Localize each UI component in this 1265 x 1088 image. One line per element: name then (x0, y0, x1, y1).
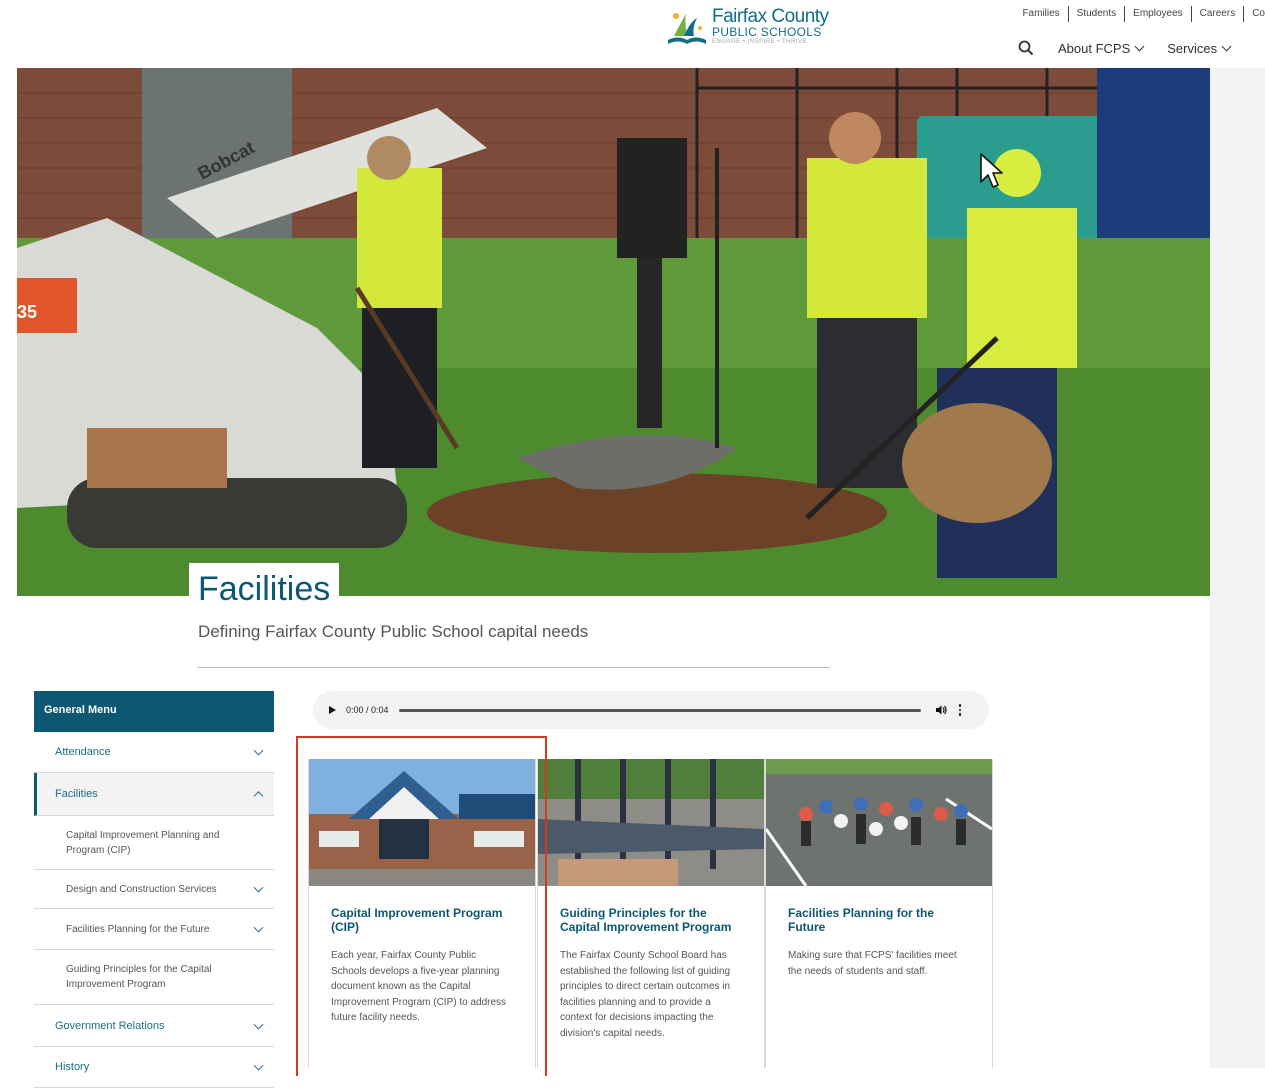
nav-services[interactable]: Services (1167, 40, 1232, 56)
sidebar-subitem-cip[interactable]: Capital Improvement Planning and Program… (34, 816, 274, 870)
chevron-down-icon[interactable] (253, 1019, 264, 1030)
volume-icon[interactable] (935, 704, 947, 716)
chevron-down-icon[interactable] (253, 1060, 264, 1071)
sidebar-item-facilities[interactable]: Facilities (34, 773, 274, 816)
chevron-down-icon[interactable] (253, 745, 264, 756)
logo-book-icon (668, 13, 706, 44)
hero-image: Bobcat 35 (17, 68, 1210, 596)
chevron-down-icon[interactable] (253, 922, 264, 933)
card-cip[interactable]: Capital Improvement Program (CIP) Each y… (308, 759, 536, 1068)
sidebar-item-attendance[interactable]: Attendance (34, 732, 274, 773)
search-icon[interactable] (1018, 40, 1034, 56)
right-gutter (1210, 68, 1265, 1068)
util-link-families[interactable]: Families (1014, 6, 1069, 22)
audio-player: 0:00 / 0:04 (313, 691, 989, 729)
util-link-students[interactable]: Students (1069, 6, 1126, 22)
util-link-employees[interactable]: Employees (1125, 6, 1192, 22)
audio-time: 0:00 / 0:04 (346, 705, 389, 715)
card-title[interactable]: Guiding Principles for the Capital Impro… (560, 906, 742, 934)
chevron-up-icon[interactable] (253, 791, 264, 802)
nav-services-label: Services (1167, 40, 1218, 56)
title-divider (198, 667, 830, 668)
logo-subtitle: PUBLIC SCHOOLS (712, 25, 822, 39)
audio-seek-bar[interactable] (398, 708, 921, 712)
sidebar-item-label: Design and Construction Services (66, 883, 217, 895)
sidebar-item-label: Facilities Planning for the Future (66, 923, 210, 935)
card-image-school-building (309, 759, 535, 886)
sidebar-subitem-facilities-planning[interactable]: Facilities Planning for the Future (34, 909, 274, 950)
chevron-down-icon (1221, 41, 1232, 51)
logo-tagline: ENGAGE • INSPIRE • THRIVE (712, 39, 807, 45)
sidebar-item-label: Capital Improvement Planning and Program… (66, 829, 220, 856)
mouse-pointer-icon (980, 153, 1003, 188)
util-link-careers[interactable]: Careers (1192, 6, 1245, 22)
card-guiding-principles[interactable]: Guiding Principles for the Capital Impro… (537, 759, 765, 1068)
play-icon[interactable] (329, 706, 336, 714)
machine-number: 35 (17, 302, 37, 322)
page-title: Facilities (189, 563, 340, 609)
card-description: Each year, Fairfax County Public Schools… (331, 950, 507, 1023)
sidebar-subitem-guiding-principles[interactable]: Guiding Principles for the Capital Impro… (34, 950, 274, 1005)
util-link-community[interactable]: Co (1244, 6, 1265, 22)
card-image-students-cheering (766, 759, 992, 886)
general-menu: General Menu Attendance Facilities Capit… (34, 691, 274, 1088)
sidebar-item-label: History (55, 1061, 90, 1073)
fcps-logo[interactable]: Fairfax County PUBLIC SCHOOLS ENGAGE • I… (664, 6, 836, 52)
nav-about-fcps-label: About FCPS (1058, 40, 1131, 56)
sidebar-item-label: Government Relations (55, 1019, 165, 1032)
sidebar-item-label: Guiding Principles for the Capital Impro… (66, 964, 212, 990)
card-description: The Fairfax County School Board has esta… (560, 950, 731, 1039)
sidebar-item-label: Attendance (55, 746, 111, 758)
card-title[interactable]: Facilities Planning for the Future (788, 906, 970, 934)
chevron-down-icon (1134, 41, 1145, 51)
chevron-down-icon[interactable] (253, 882, 264, 893)
general-menu-heading: General Menu (34, 691, 274, 732)
more-options-icon[interactable] (958, 704, 962, 716)
main-nav: About FCPS Services (1018, 40, 1232, 56)
sidebar-item-label: Facilities (55, 788, 98, 800)
card-image-construction-site (538, 759, 764, 886)
nav-about-fcps[interactable]: About FCPS (1058, 40, 1145, 56)
page-subtitle: Defining Fairfax County Public School ca… (198, 622, 589, 641)
utility-nav: Families Students Employees Careers Co (1014, 6, 1265, 22)
card-facilities-planning[interactable]: Facilities Planning for the Future Makin… (765, 759, 993, 1068)
logo-name: Fairfax County (712, 6, 829, 27)
sidebar-subitem-design-construction[interactable]: Design and Construction Services (34, 870, 274, 909)
card-description: Making sure that FCPS' facilities meet t… (788, 950, 957, 977)
sidebar-item-government-relations[interactable]: Government Relations (34, 1005, 274, 1047)
card-title[interactable]: Capital Improvement Program (CIP) (331, 906, 513, 934)
